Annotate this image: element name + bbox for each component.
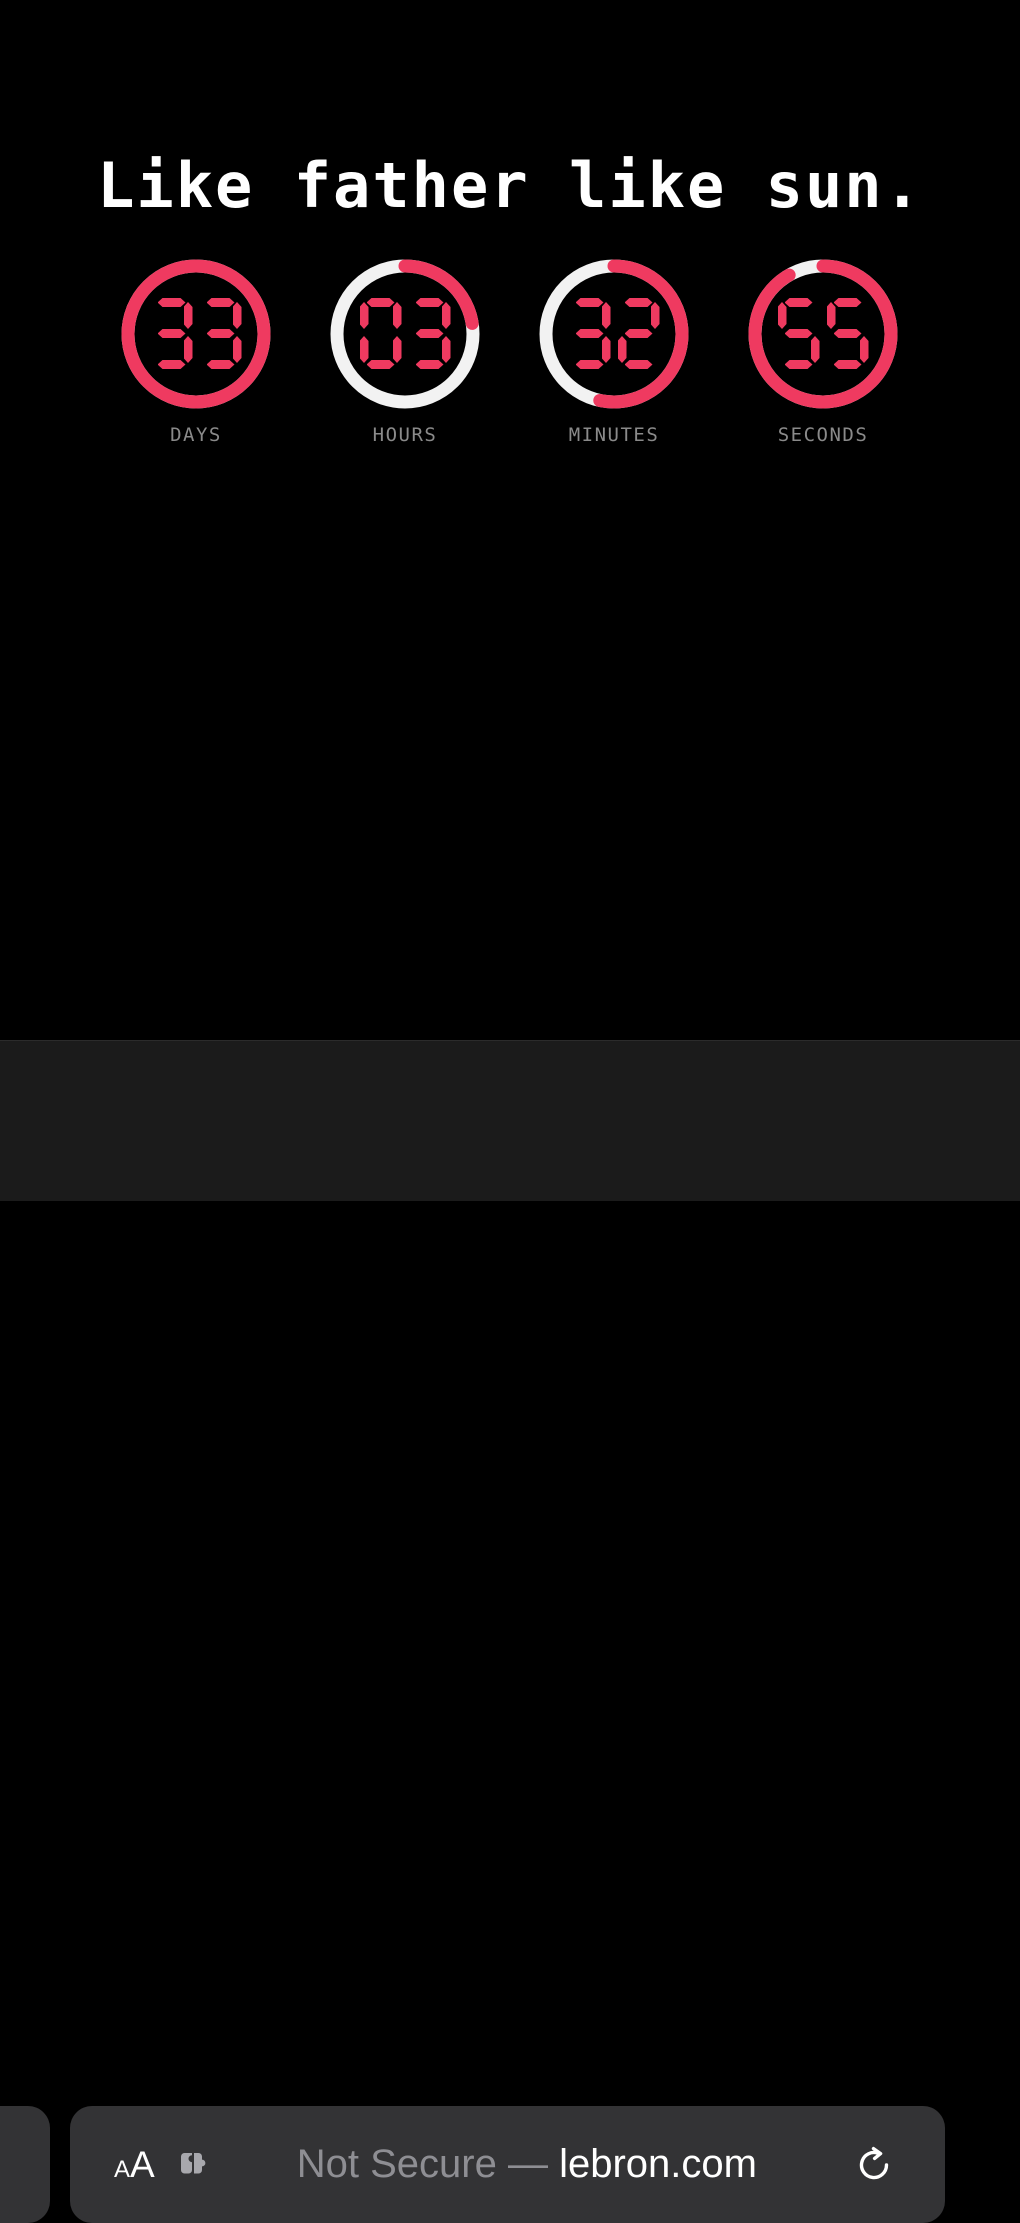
countdown-timer: DAYS HOURS MINUTES SECONDS	[0, 258, 1020, 458]
page-title: Like father like sun.	[97, 149, 923, 222]
address-bar[interactable]: AA Not Secure — lebron.com	[70, 2106, 945, 2223]
text-size-small-a: A	[114, 2156, 131, 2183]
days-digit-tens	[151, 298, 193, 370]
countdown-unit-days: DAYS	[111, 258, 281, 458]
url-display[interactable]: Not Secure — lebron.com	[203, 2142, 851, 2187]
minutes-value	[538, 258, 690, 410]
days-digit-ones	[200, 298, 242, 370]
hours-digit-tens	[360, 298, 402, 370]
countdown-unit-seconds: SECONDS	[738, 258, 908, 458]
previous-tab[interactable]	[0, 2106, 50, 2223]
minutes-label: MINUTES	[568, 424, 660, 446]
browser-toolbar: AA Not Secure — lebron.com	[0, 1040, 1020, 2223]
text-size-button[interactable]: AA	[114, 2146, 155, 2183]
web-page-content: Like father like sun. DAYS HOURS MINUTES…	[0, 0, 1020, 1040]
minutes-digit-tens	[569, 298, 611, 370]
text-size-large-a: A	[130, 2144, 155, 2185]
hours-dial	[329, 258, 481, 410]
security-status-text: Not Secure	[296, 2142, 497, 2186]
hours-label: HOURS	[372, 424, 438, 446]
hours-digit-ones	[409, 298, 451, 370]
countdown-unit-minutes: MINUTES	[529, 258, 699, 458]
countdown-unit-hours: HOURS	[320, 258, 490, 458]
minutes-digit-ones	[618, 298, 660, 370]
days-value	[120, 258, 272, 410]
seconds-value	[747, 258, 899, 410]
minutes-dial	[538, 258, 690, 410]
url-separator: —	[496, 2142, 560, 2186]
seconds-label: SECONDS	[777, 424, 869, 446]
url-domain-text: lebron.com	[559, 2142, 757, 2186]
days-dial	[120, 258, 272, 410]
seconds-dial	[747, 258, 899, 410]
seconds-digit-ones	[827, 298, 869, 370]
hours-value	[329, 258, 481, 410]
days-label: DAYS	[170, 424, 222, 446]
seconds-digit-tens	[778, 298, 820, 370]
reload-icon[interactable]	[851, 2142, 897, 2188]
